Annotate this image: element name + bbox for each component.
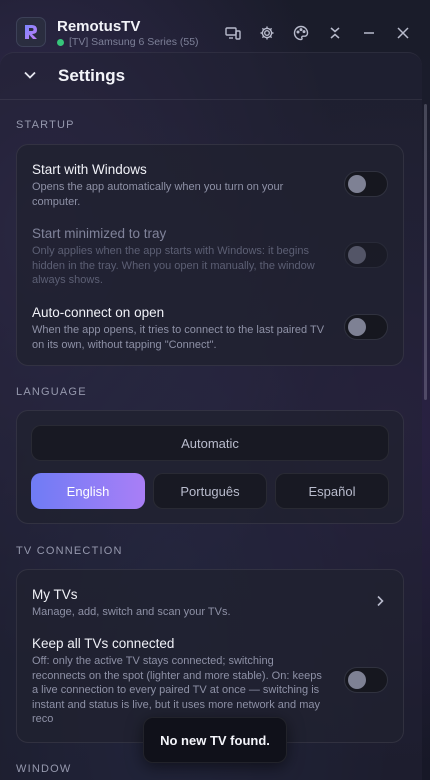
- scrollbar[interactable]: [424, 104, 427, 400]
- setting-description: Off: only the active TV stays connected;…: [32, 655, 322, 725]
- language-portuguese-button[interactable]: Português: [153, 473, 267, 509]
- language-card: Automatic English Português Español: [16, 410, 404, 524]
- setting-keep-all-connected: Keep all TVs connected Off: only the act…: [32, 636, 322, 727]
- app-title: RemotusTV: [57, 18, 141, 35]
- auto-connect-toggle[interactable]: [344, 314, 388, 340]
- devices-icon[interactable]: [224, 24, 242, 42]
- setting-description: Manage, add, switch and scan your TVs.: [32, 606, 231, 618]
- app-logo-icon: [16, 17, 46, 47]
- keep-all-connected-toggle[interactable]: [344, 667, 388, 693]
- toast-notification: No new TV found.: [143, 717, 287, 763]
- setting-start-minimized: Start minimized to tray Only applies whe…: [32, 226, 332, 288]
- chevron-right-icon[interactable]: [373, 594, 387, 608]
- language-automatic-button[interactable]: Automatic: [31, 425, 389, 461]
- setting-title: Start minimized to tray: [32, 226, 167, 241]
- setting-title: Auto-connect on open: [32, 305, 165, 320]
- setting-auto-connect: Auto-connect on open When the app opens,…: [32, 305, 332, 352]
- setting-title: My TVs: [32, 587, 78, 602]
- settings-header: Settings: [0, 52, 422, 100]
- setting-title: Keep all TVs connected: [32, 636, 175, 651]
- connection-status: [TV] Samsung 6 Series (55): [57, 36, 199, 48]
- page-title: Settings: [58, 66, 126, 85]
- title-bar: RemotusTV [TV] Samsung 6 Series (55): [0, 0, 430, 54]
- setting-description: When the app opens, it tries to connect …: [32, 324, 325, 351]
- collapse-icon[interactable]: [326, 24, 344, 42]
- gear-icon[interactable]: [258, 24, 276, 42]
- setting-description: Opens the app automatically when you tur…: [32, 181, 284, 208]
- chevron-down-icon[interactable]: [22, 67, 38, 83]
- section-label-language: LANGUAGE: [16, 386, 87, 398]
- setting-title: Start with Windows: [32, 162, 147, 177]
- startup-card: Start with Windows Opens the app automat…: [16, 144, 404, 366]
- minimize-icon[interactable]: [360, 24, 378, 42]
- section-label-startup: STARTUP: [16, 119, 75, 131]
- setting-start-with-windows: Start with Windows Opens the app automat…: [32, 162, 332, 209]
- start-with-windows-toggle[interactable]: [344, 171, 388, 197]
- language-english-button[interactable]: English: [31, 473, 145, 509]
- setting-description: Only applies when the app starts with Wi…: [32, 245, 315, 286]
- status-dot-icon: [57, 38, 64, 46]
- palette-icon[interactable]: [292, 24, 310, 42]
- close-icon[interactable]: [394, 24, 412, 42]
- my-tvs-item[interactable]: My TVs Manage, add, switch and scan your…: [32, 587, 372, 620]
- language-spanish-button[interactable]: Español: [275, 473, 389, 509]
- section-label-tv-connection: TV CONNECTION: [16, 545, 123, 557]
- section-label-window: WINDOW: [16, 763, 72, 775]
- connected-tv-name: [TV] Samsung 6 Series (55): [69, 36, 199, 48]
- start-minimized-toggle[interactable]: [344, 242, 388, 268]
